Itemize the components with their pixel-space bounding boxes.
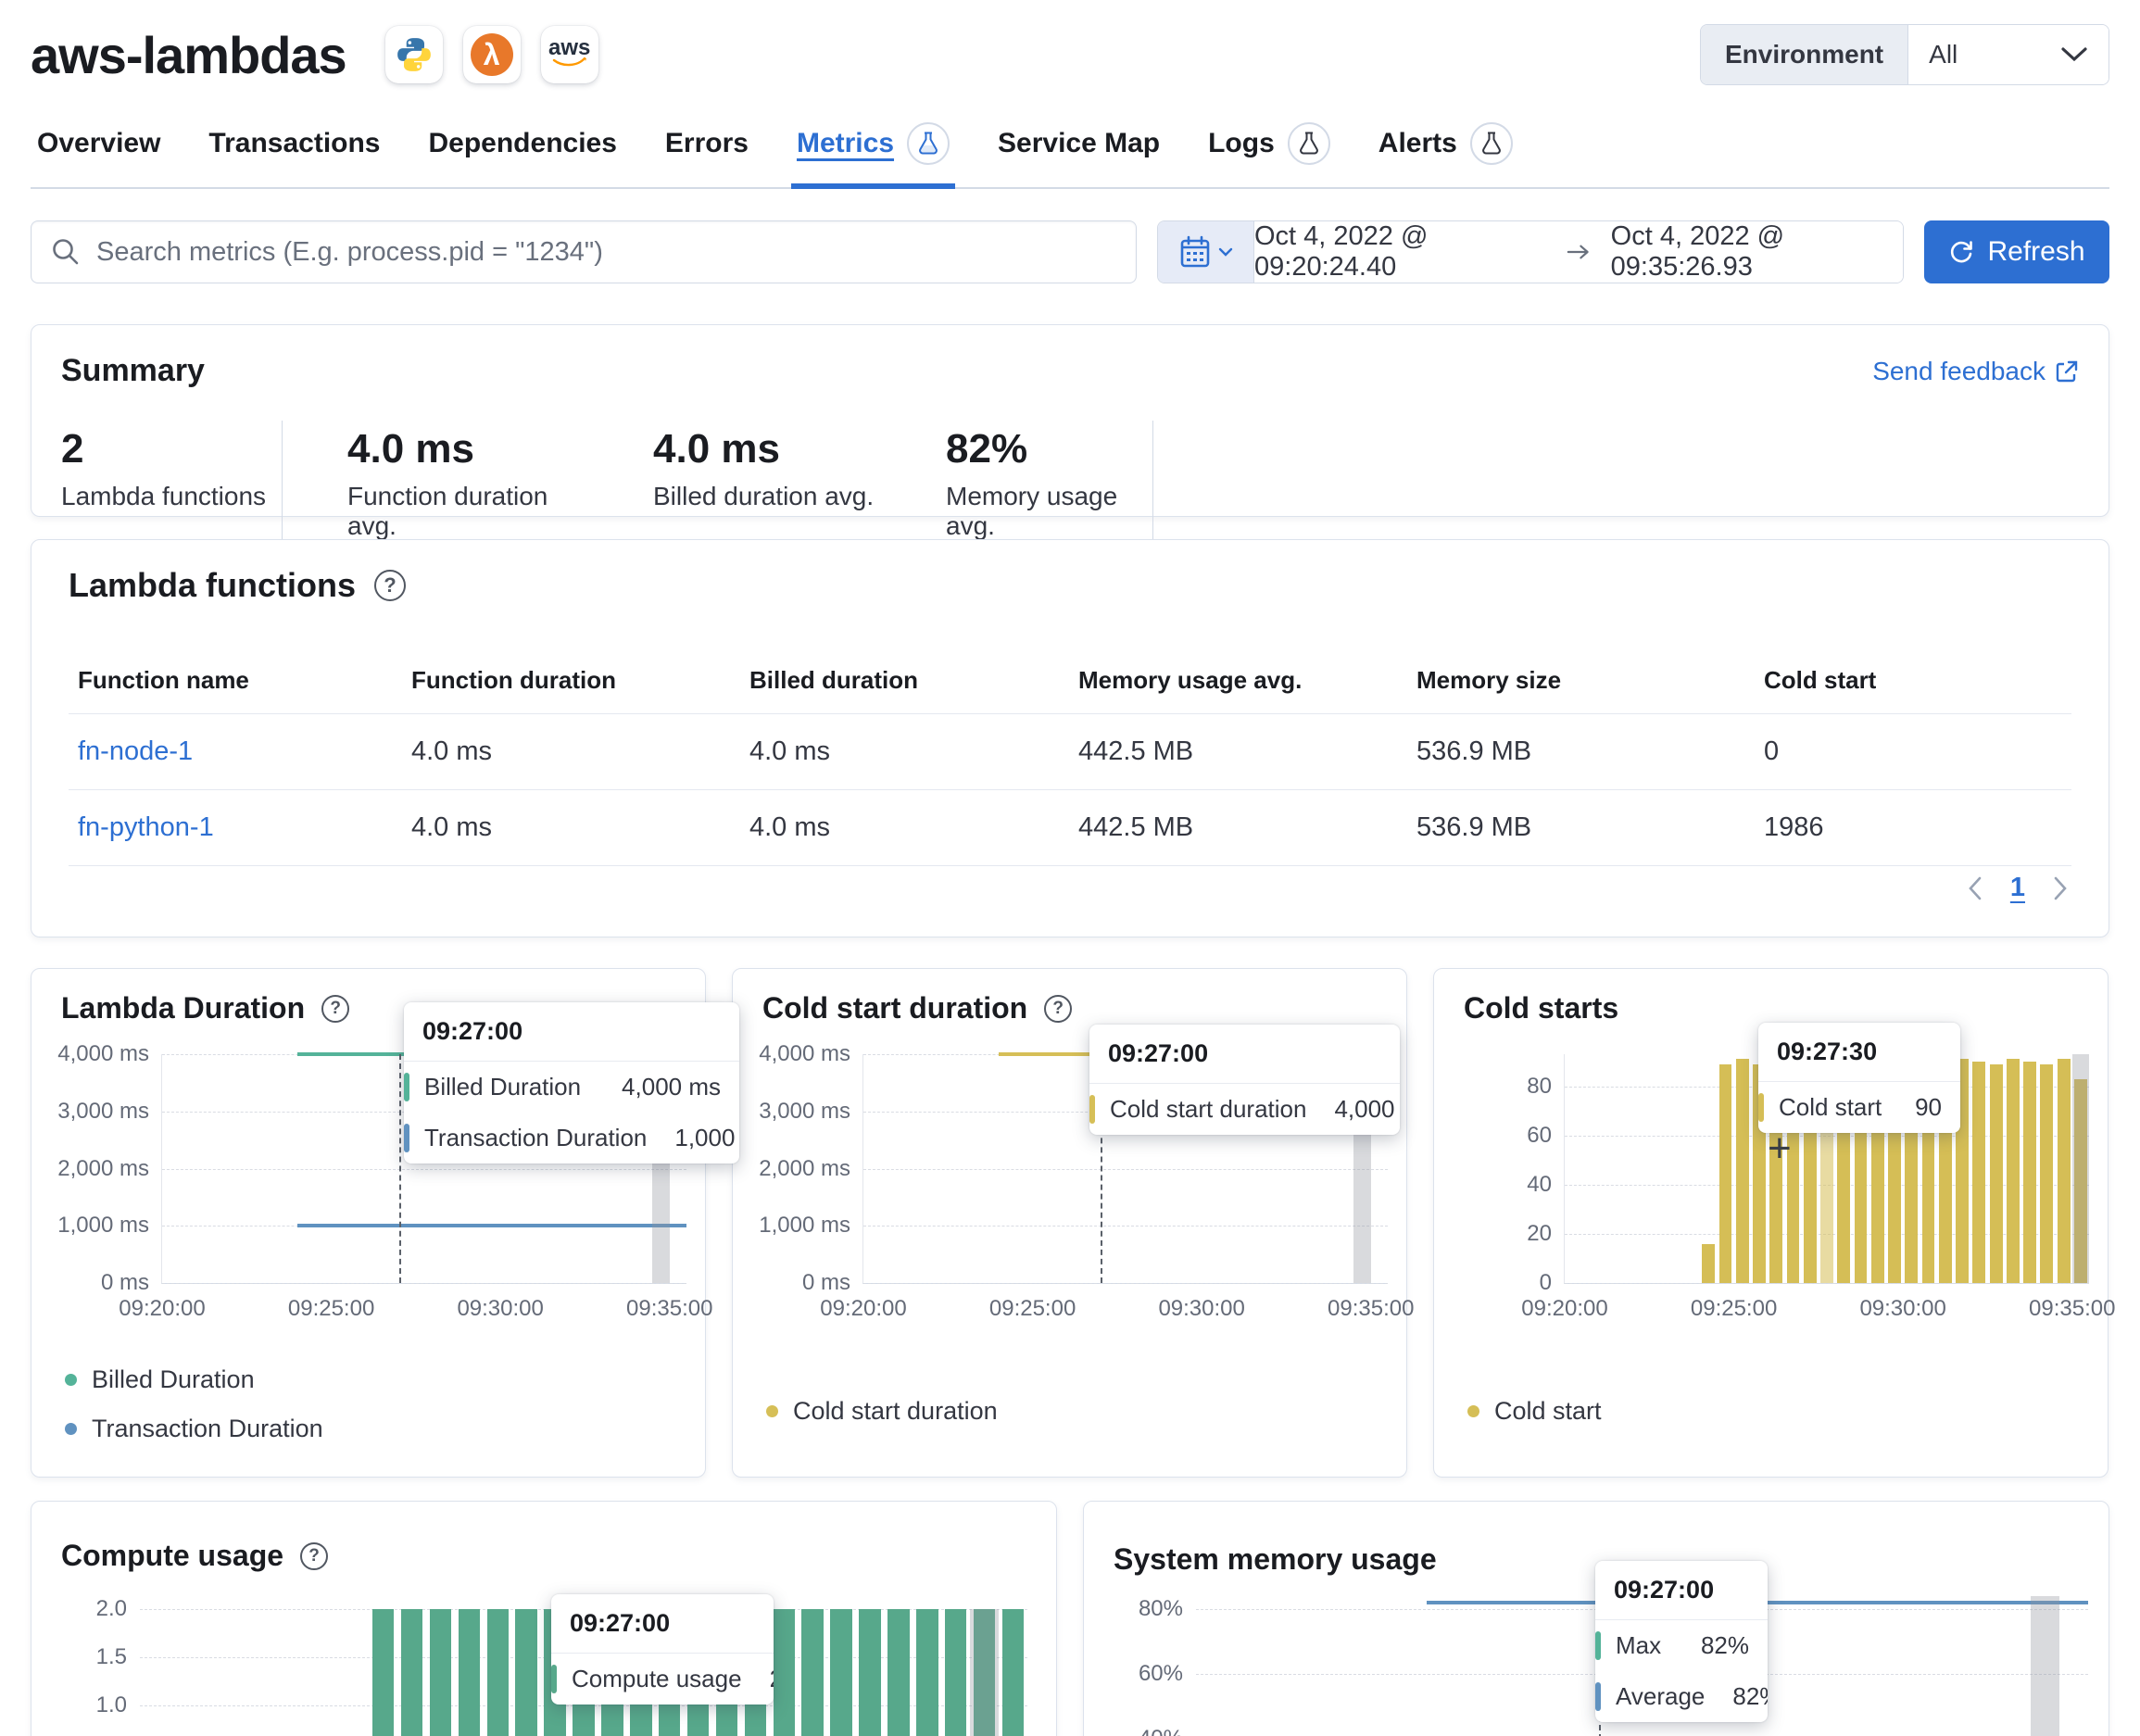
tab-errors[interactable]: Errors bbox=[665, 122, 749, 187]
refresh-icon bbox=[1948, 239, 1974, 265]
cold-start-duration-panel: Cold start duration ? 4,000 ms3,000 ms2,… bbox=[732, 968, 1407, 1478]
tab-alerts[interactable]: Alerts bbox=[1378, 122, 1513, 187]
tab-metrics[interactable]: Metrics bbox=[797, 122, 950, 187]
environment-select[interactable]: Environment All bbox=[1700, 24, 2109, 85]
tab-dependencies[interactable]: Dependencies bbox=[429, 122, 617, 187]
chart-title: System memory usage bbox=[1114, 1542, 1437, 1577]
calendar-button[interactable] bbox=[1158, 221, 1254, 283]
refresh-button[interactable]: Refresh bbox=[1924, 220, 2109, 283]
chevron-down-icon bbox=[2060, 46, 2088, 63]
table-row: fn-python-1 4.0 ms 4.0 ms 442.5 MB 536.9… bbox=[69, 790, 2071, 866]
stat-memory-usage: 82% Memory usage avg. bbox=[915, 421, 1152, 541]
stat-function-duration: 4.0 ms Function duration avg. bbox=[283, 421, 588, 541]
chart-title: Compute usage bbox=[61, 1539, 283, 1573]
send-feedback-link[interactable]: Send feedback bbox=[1872, 353, 2079, 389]
date-start[interactable]: Oct 4, 2022 @ 09:20:24.40 bbox=[1254, 221, 1546, 283]
bottom-charts-row: Compute usage ? 2.01.51.0 09:27:00 Compu… bbox=[31, 1501, 2109, 1736]
lambda-functions-panel: Lambda functions ? Function name Functio… bbox=[31, 539, 2109, 937]
tab-bar: Overview Transactions Dependencies Error… bbox=[31, 122, 2109, 189]
col-function-name: Function name bbox=[69, 653, 411, 714]
chart-tooltip: 09:27:00 Billed Duration 4,000 ms Transa… bbox=[404, 1002, 739, 1164]
search-icon bbox=[50, 236, 82, 268]
lambda-icon: λ bbox=[463, 26, 521, 83]
date-range-picker: Oct 4, 2022 @ 09:20:24.40 Oct 4, 2022 @ … bbox=[1157, 220, 1904, 283]
tab-service-map[interactable]: Service Map bbox=[998, 122, 1160, 187]
col-function-duration: Function duration bbox=[411, 653, 749, 714]
divider bbox=[1152, 421, 1153, 541]
crosshair-cursor: + bbox=[1768, 1128, 1792, 1169]
arrow-right-icon bbox=[1567, 243, 1590, 261]
calendar-icon bbox=[1179, 235, 1211, 269]
help-icon[interactable]: ? bbox=[321, 995, 349, 1023]
col-cold-start: Cold start bbox=[1764, 653, 2071, 714]
search-input[interactable] bbox=[96, 237, 1117, 268]
chart-title: Cold start duration bbox=[762, 991, 1027, 1025]
page-number[interactable]: 1 bbox=[2010, 873, 2025, 903]
page-title: aws-lambdas bbox=[31, 25, 346, 85]
help-icon[interactable]: ? bbox=[374, 570, 406, 601]
help-icon[interactable]: ? bbox=[1044, 995, 1072, 1023]
chart-title: Cold starts bbox=[1464, 991, 1618, 1025]
aws-icon: aws bbox=[541, 26, 598, 83]
legend-billed-duration[interactable]: Billed Duration bbox=[65, 1365, 323, 1394]
beaker-icon bbox=[1288, 122, 1330, 165]
col-memory-size: Memory size bbox=[1416, 653, 1764, 714]
lambda-functions-title: Lambda functions bbox=[69, 566, 356, 605]
environment-value[interactable]: All bbox=[1908, 25, 2109, 84]
pagination: 1 bbox=[1968, 873, 2068, 903]
cold-starts-panel: Cold starts 80604020009:20:0009:25:0009:… bbox=[1433, 968, 2109, 1478]
lambda-functions-table: Function name Function duration Billed d… bbox=[69, 653, 2071, 866]
lambda-duration-panel: Lambda Duration ? 4,000 ms3,000 ms2,000 … bbox=[31, 968, 706, 1478]
chevron-down-icon bbox=[1218, 247, 1233, 257]
chart-tooltip: 09:27:30 Cold start 90 bbox=[1758, 1023, 1960, 1133]
chart-tooltip: 09:27:00 Max 82% Average 82% bbox=[1595, 1561, 1768, 1722]
tab-overview[interactable]: Overview bbox=[37, 122, 160, 187]
legend-cold-start-duration[interactable]: Cold start duration bbox=[766, 1397, 998, 1426]
service-badges: λ aws bbox=[385, 26, 598, 83]
chart-tooltip: 09:27:00 Cold start duration 4,000 ms bbox=[1089, 1025, 1400, 1135]
chart-title: Lambda Duration bbox=[61, 991, 305, 1025]
external-link-icon bbox=[2055, 359, 2079, 384]
col-memory-usage: Memory usage avg. bbox=[1078, 653, 1416, 714]
beaker-icon bbox=[907, 122, 950, 165]
tab-logs[interactable]: Logs bbox=[1208, 122, 1330, 187]
chart-tooltip: 09:27:00 Compute usage 2.0 bbox=[551, 1594, 774, 1705]
table-row: fn-node-1 4.0 ms 4.0 ms 442.5 MB 536.9 M… bbox=[69, 714, 2071, 790]
function-link[interactable]: fn-python-1 bbox=[78, 812, 214, 842]
legend-cold-start[interactable]: Cold start bbox=[1467, 1397, 1602, 1426]
apm-service-page: aws-lambdas λ aws bbox=[0, 0, 2140, 1736]
compute-usage-panel: Compute usage ? 2.01.51.0 09:27:00 Compu… bbox=[31, 1501, 1057, 1736]
legend-transaction-duration[interactable]: Transaction Duration bbox=[65, 1415, 323, 1443]
date-end[interactable]: Oct 4, 2022 @ 09:35:26.93 bbox=[1611, 221, 1903, 283]
chevron-right-icon[interactable] bbox=[2053, 876, 2068, 900]
summary-stats: 2 Lambda functions 4.0 ms Function durat… bbox=[61, 421, 2079, 541]
tab-transactions[interactable]: Transactions bbox=[208, 122, 380, 187]
chevron-left-icon[interactable] bbox=[1968, 876, 1983, 900]
summary-title: Summary bbox=[61, 353, 205, 389]
help-icon[interactable]: ? bbox=[300, 1542, 328, 1570]
stat-billed-duration: 4.0 ms Billed duration avg. bbox=[588, 421, 915, 541]
controls-row: Oct 4, 2022 @ 09:20:24.40 Oct 4, 2022 @ … bbox=[31, 220, 2109, 283]
function-link[interactable]: fn-node-1 bbox=[78, 736, 193, 766]
beaker-icon bbox=[1470, 122, 1513, 165]
stat-lambda-functions: 2 Lambda functions bbox=[61, 421, 282, 541]
python-icon bbox=[385, 26, 443, 83]
environment-label: Environment bbox=[1701, 25, 1908, 84]
charts-row: Lambda Duration ? 4,000 ms3,000 ms2,000 … bbox=[31, 968, 2109, 1478]
header: aws-lambdas λ aws bbox=[31, 0, 2109, 85]
system-memory-panel: System memory usage 80%60%40% 09:27:00 M… bbox=[1083, 1501, 2109, 1736]
search-box[interactable] bbox=[31, 220, 1137, 283]
date-range: Oct 4, 2022 @ 09:20:24.40 Oct 4, 2022 @ … bbox=[1254, 221, 1903, 283]
col-billed-duration: Billed duration bbox=[749, 653, 1078, 714]
summary-panel: Summary Send feedback 2 Lambda functions… bbox=[31, 324, 2109, 517]
